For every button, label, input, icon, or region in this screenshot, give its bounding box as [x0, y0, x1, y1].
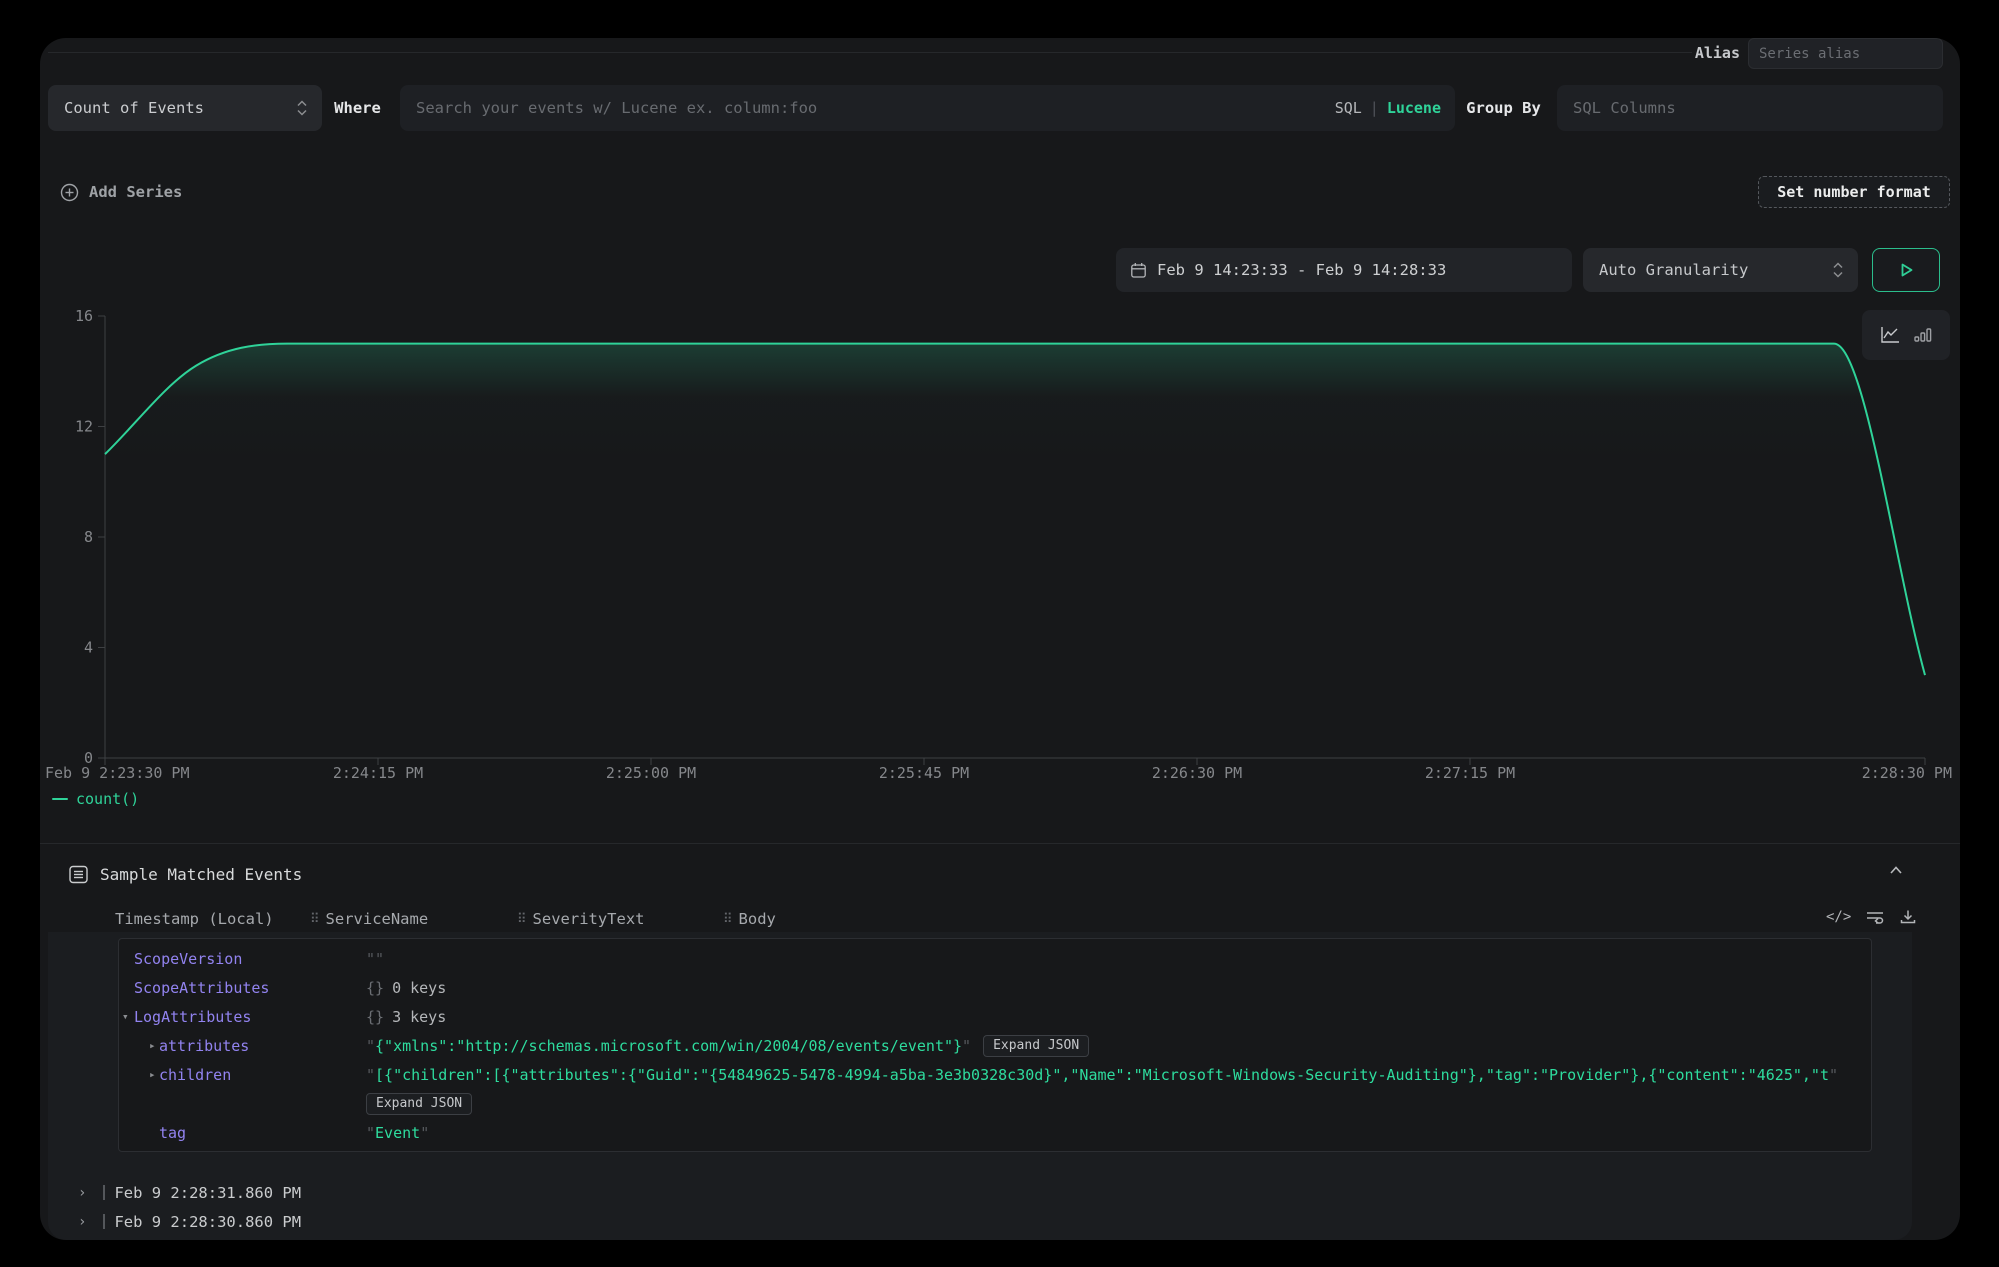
svg-text:2:25:45 PM: 2:25:45 PM — [879, 764, 969, 782]
json-key: LogAttributes — [134, 1008, 251, 1026]
event-timestamp: Feb 9 2:28:30.860 PM — [114, 1213, 301, 1231]
wrap-text-icon[interactable] — [1865, 909, 1885, 925]
tree-row-scopeversion[interactable]: ScopeVersion "" — [119, 944, 1871, 973]
svg-text:2:27:15 PM: 2:27:15 PM — [1425, 764, 1515, 782]
series-alias-input[interactable] — [1748, 38, 1943, 69]
tree-row-scopeattributes[interactable]: ScopeAttributes {} 0 keys — [119, 973, 1871, 1002]
language-lucene[interactable]: Lucene — [1387, 99, 1441, 117]
json-key: attributes — [159, 1037, 249, 1055]
events-section-header: Sample Matched Events — [40, 856, 1960, 894]
svg-text:2:24:15 PM: 2:24:15 PM — [333, 764, 423, 782]
svg-text:2:28:30 PM: 2:28:30 PM — [1862, 764, 1952, 782]
add-series-label: Add Series — [89, 183, 182, 201]
expanded-event-json: ScopeVersion "" ScopeAttributes {} 0 key… — [118, 938, 1872, 1152]
json-value: [{"children":[{"attributes":{"Guid":"{54… — [375, 1066, 1829, 1084]
calendar-icon — [1130, 262, 1147, 279]
aggregation-value: Count of Events — [64, 99, 204, 117]
event-row[interactable]: › Feb 9 2:28:31.860 PM — [48, 1178, 1912, 1207]
column-header-body[interactable]: ⠿ Body — [723, 910, 776, 928]
svg-text:12: 12 — [75, 418, 93, 436]
plus-circle-icon — [60, 183, 79, 202]
group-by-input[interactable] — [1557, 85, 1943, 131]
severity-bar — [103, 1214, 105, 1229]
chevron-right-icon[interactable]: › — [78, 1185, 86, 1201]
tree-row-logattributes[interactable]: ▾ LogAttributes {} 3 keys — [119, 1002, 1871, 1031]
event-row[interactable]: › Feb 9 2:28:30.860 PM — [48, 1207, 1912, 1236]
tree-row-children[interactable]: ▸ children "[{"children":[{"attributes":… — [119, 1060, 1871, 1089]
braces-icon: {} — [366, 979, 384, 997]
caret-right-icon[interactable]: ▸ — [149, 1068, 156, 1081]
where-label: Where — [335, 85, 380, 131]
top-divider — [48, 52, 1692, 53]
key-count: 3 keys — [392, 1008, 446, 1026]
svg-text:Feb 9 2:23:30 PM: Feb 9 2:23:30 PM — [45, 764, 190, 782]
svg-text:16: 16 — [75, 307, 93, 325]
legend-item-count[interactable]: count() — [52, 790, 139, 808]
chart-explorer-panel: Alias Count of Events Where SQL | Lucene… — [40, 38, 1960, 1240]
download-icon[interactable] — [1899, 908, 1917, 926]
section-divider — [40, 843, 1960, 844]
column-label: ServiceName — [326, 910, 429, 928]
chevron-updown-icon — [1832, 261, 1844, 279]
tree-row-children-actions: Expand JSON — [119, 1089, 1871, 1118]
chevron-right-icon[interactable]: › — [78, 1214, 86, 1230]
svg-text:4: 4 — [84, 639, 93, 657]
json-value: {"xmlns":"http://schemas.microsoft.com/w… — [375, 1037, 962, 1055]
column-header-servicename[interactable]: ⠿ ServiceName — [310, 910, 428, 928]
aggregation-select[interactable]: Count of Events — [48, 85, 322, 131]
drag-handle-icon[interactable]: ⠿ — [723, 912, 733, 927]
add-series-button[interactable]: Add Series — [60, 178, 182, 206]
caret-right-icon[interactable]: ▸ — [149, 1039, 156, 1052]
set-number-format-button[interactable]: Set number format — [1758, 176, 1950, 208]
events-table-header: Timestamp (Local) ⠿ ServiceName ⠿ Severi… — [40, 908, 1960, 932]
search-box: SQL | Lucene — [400, 85, 1455, 131]
group-by-label: Group By — [1463, 85, 1544, 131]
timeseries-chart: 0481216Feb 9 2:23:30 PM2:24:15 PM2:25:00… — [40, 278, 1960, 798]
drag-handle-icon[interactable]: ⠿ — [517, 912, 527, 927]
severity-bar — [103, 1185, 105, 1200]
expand-json-button[interactable]: Expand JSON — [983, 1035, 1089, 1057]
column-header-severitytext[interactable]: ⠿ SeverityText — [517, 910, 645, 928]
event-timestamp: Feb 9 2:28:31.860 PM — [114, 1184, 301, 1202]
svg-text:2:25:00 PM: 2:25:00 PM — [606, 764, 696, 782]
alias-label: Alias — [1686, 44, 1740, 62]
language-toggle[interactable]: SQL | Lucene — [1335, 99, 1455, 117]
tree-row-attributes[interactable]: ▸ attributes "{"xmlns":"http://schemas.m… — [119, 1031, 1871, 1060]
set-number-format-label: Set number format — [1777, 183, 1931, 201]
json-value: Event — [375, 1124, 420, 1142]
legend-line-marker — [52, 798, 68, 800]
events-section-title: Sample Matched Events — [100, 865, 302, 884]
json-key: ScopeVersion — [134, 950, 242, 968]
column-label: Body — [739, 910, 776, 928]
svg-text:2:26:30 PM: 2:26:30 PM — [1152, 764, 1242, 782]
granularity-value: Auto Granularity — [1599, 261, 1748, 279]
json-key: children — [159, 1066, 231, 1084]
language-separator: | — [1370, 99, 1379, 117]
tree-row-tag[interactable]: tag "Event" — [119, 1118, 1871, 1147]
play-icon — [1896, 260, 1916, 280]
expand-json-button[interactable]: Expand JSON — [366, 1093, 472, 1115]
column-header-timestamp[interactable]: Timestamp (Local) — [115, 910, 274, 928]
language-sql[interactable]: SQL — [1335, 99, 1362, 117]
time-range-value: Feb 9 14:23:33 - Feb 9 14:28:33 — [1157, 261, 1446, 279]
svg-text:8: 8 — [84, 528, 93, 546]
braces-icon: {} — [366, 1008, 384, 1026]
key-count: 0 keys — [392, 979, 446, 997]
json-key: tag — [159, 1124, 186, 1142]
legend-label: count() — [76, 790, 139, 808]
drag-handle-icon[interactable]: ⠿ — [310, 912, 320, 927]
caret-down-icon[interactable]: ▾ — [122, 1010, 129, 1023]
column-label: Timestamp (Local) — [115, 910, 274, 928]
event-list-icon — [68, 864, 89, 885]
collapse-chevron-icon[interactable] — [1888, 864, 1904, 876]
column-label: SeverityText — [533, 910, 645, 928]
code-view-icon[interactable]: </> — [1826, 909, 1851, 925]
chevron-updown-icon — [296, 99, 308, 117]
json-key: ScopeAttributes — [134, 979, 269, 997]
group-by-box — [1557, 85, 1943, 131]
search-input[interactable] — [400, 85, 1335, 131]
